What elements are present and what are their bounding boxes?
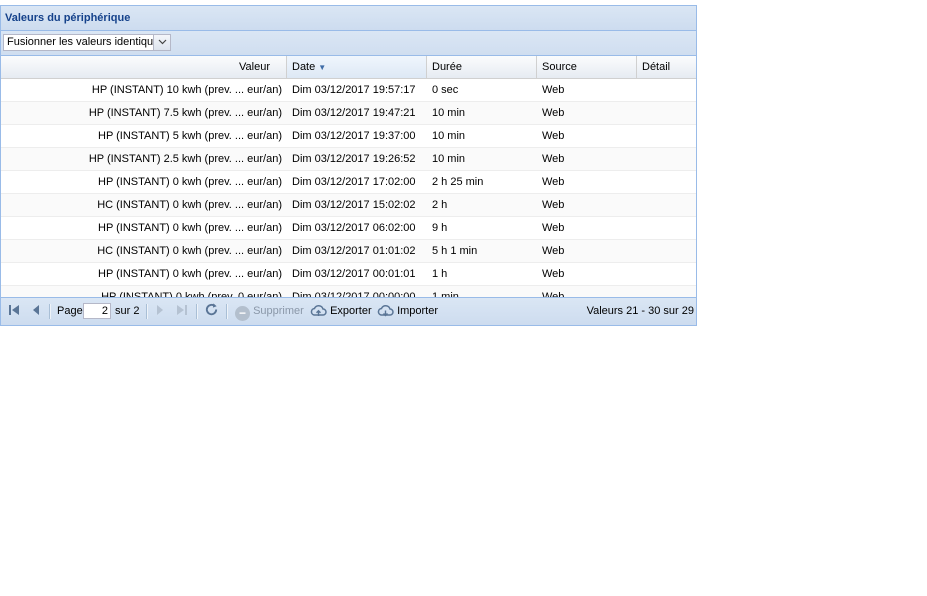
cell-source: Web — [542, 84, 565, 96]
cell-valeur: HP (INSTANT) 5 kwh (prev. ... eur/an) — [98, 130, 282, 142]
panel-title: Valeurs du périphérique — [1, 6, 696, 31]
cell-detail — [637, 194, 697, 216]
cell-valeur: HP (INSTANT) 0 kwh (prev. ... eur/an) — [98, 176, 282, 188]
device-values-panel: Valeurs du périphérique Fusionner les va… — [0, 5, 697, 326]
cell-date: Dim 03/12/2017 06:02:00 — [292, 222, 416, 234]
cell-duree: 1 h — [432, 268, 448, 280]
toolbar: Fusionner les valeurs identiques — [1, 31, 696, 56]
merge-values-combo-value[interactable]: Fusionner les valeurs identiques — [7, 35, 155, 50]
cell-date: Dim 03/12/2017 17:02:00 — [292, 176, 416, 188]
column-header-source-label: Source — [542, 61, 577, 73]
delete-button[interactable]: − Supprimer — [235, 298, 304, 325]
column-header-date[interactable]: Date ▼ — [287, 56, 427, 78]
page-count-label: sur 2 — [115, 305, 140, 317]
cell-date: Dim 03/12/2017 00:01:01 — [292, 268, 416, 280]
cell-detail — [637, 240, 697, 262]
column-header-detail-label: Détail — [642, 61, 671, 73]
refresh-icon[interactable] — [204, 298, 219, 325]
export-button-label: Exporter — [330, 305, 372, 317]
cell-date: Dim 03/12/2017 19:57:17 — [292, 84, 416, 96]
cell-detail — [637, 148, 697, 170]
cell-duree: 10 min — [432, 153, 466, 165]
cell-source: Web — [542, 222, 565, 234]
cell-detail — [637, 102, 697, 124]
cell-duree: 5 h 1 min — [432, 245, 478, 257]
table-row[interactable]: HP (INSTANT) 5 kwh (prev. ... eur/an) Di… — [1, 125, 696, 148]
cell-detail — [637, 171, 697, 193]
cell-valeur: HP (INSTANT) 0 kwh (prev. ... eur/an) — [98, 222, 282, 234]
chevron-down-icon[interactable] — [153, 35, 170, 50]
column-header-duree[interactable]: Durée — [427, 56, 537, 78]
toolbar-separator — [146, 304, 148, 319]
cell-date: Dim 03/12/2017 19:47:21 — [292, 107, 416, 119]
column-header-valeur-label: Valeur — [239, 61, 270, 73]
cell-source: Web — [542, 268, 565, 280]
first-page-icon[interactable] — [8, 298, 20, 325]
cell-valeur: HP (INSTANT) 0 kwh (prev. ... eur/an) — [98, 268, 282, 280]
cell-date: Dim 03/12/2017 01:01:02 — [292, 245, 416, 257]
column-header-detail[interactable]: Détail — [637, 56, 696, 78]
cell-date: Dim 03/12/2017 19:37:00 — [292, 130, 416, 142]
cell-duree: 10 min — [432, 130, 466, 142]
cell-detail — [637, 217, 697, 239]
cell-source: Web — [542, 245, 565, 257]
cell-duree: 2 h — [432, 199, 448, 211]
column-header-date-label: Date — [292, 61, 316, 73]
minus-circle-icon: − — [235, 306, 250, 321]
sort-desc-icon: ▼ — [318, 63, 327, 72]
cloud-download-icon — [377, 304, 394, 317]
table-row[interactable]: HP (INSTANT) 2.5 kwh (prev. ... eur/an) … — [1, 148, 696, 171]
table-row[interactable]: HP (INSTANT) 10 kwh (prev. ... eur/an) D… — [1, 79, 696, 102]
cell-date: Dim 03/12/2017 19:26:52 — [292, 153, 416, 165]
paging-summary: Valeurs 21 - 30 sur 29 — [586, 305, 694, 317]
import-button[interactable]: Importer — [377, 298, 438, 325]
cell-duree: 9 h — [432, 222, 448, 234]
table-row[interactable]: HP (INSTANT) 0 kwh (prev. ... eur/an) Di… — [1, 171, 696, 194]
cell-valeur: HP (INSTANT) 2.5 kwh (prev. ... eur/an) — [88, 153, 282, 165]
table-row[interactable]: HP (INSTANT) 0 kwh (prev. ... eur/an) Di… — [1, 263, 696, 286]
column-header-valeur[interactable]: Valeur — [1, 56, 287, 78]
page-number-input[interactable] — [83, 303, 111, 319]
cell-detail — [637, 79, 697, 101]
import-button-label: Importer — [397, 305, 439, 317]
cell-detail — [637, 263, 697, 285]
toolbar-separator — [49, 304, 51, 319]
cell-duree: 0 sec — [432, 84, 459, 96]
cell-source: Web — [542, 107, 565, 119]
cell-source: Web — [542, 199, 565, 211]
delete-button-label: Supprimer — [253, 305, 304, 317]
table-row[interactable]: HP (INSTANT) 0 kwh (prev. ... eur/an) Di… — [1, 217, 696, 240]
page-label: Page — [57, 305, 83, 317]
prev-page-icon[interactable] — [31, 298, 41, 325]
table-row[interactable]: HC (INSTANT) 0 kwh (prev. ... eur/an) Di… — [1, 240, 696, 263]
grid-body: HP (INSTANT) 10 kwh (prev. ... eur/an) D… — [1, 79, 696, 309]
cell-valeur: HP (INSTANT) 7.5 kwh (prev. ... eur/an) — [88, 107, 282, 119]
export-button[interactable]: Exporter — [310, 298, 372, 325]
cell-duree: 2 h 25 min — [432, 176, 484, 188]
toolbar-separator — [196, 304, 198, 319]
column-header-duree-label: Durée — [432, 61, 462, 73]
cell-source: Web — [542, 176, 565, 188]
paging-toolbar: Page sur 2 − Supprimer Exporter Importer… — [1, 297, 696, 325]
cell-valeur: HC (INSTANT) 0 kwh (prev. ... eur/an) — [97, 199, 282, 211]
last-page-icon[interactable] — [176, 298, 188, 325]
cell-detail — [637, 125, 697, 147]
column-header-source[interactable]: Source — [537, 56, 637, 78]
cell-valeur: HP (INSTANT) 10 kwh (prev. ... eur/an) — [91, 84, 282, 96]
cloud-upload-icon — [310, 304, 327, 316]
cell-valeur: HC (INSTANT) 0 kwh (prev. ... eur/an) — [97, 245, 282, 257]
cell-date: Dim 03/12/2017 15:02:02 — [292, 199, 416, 211]
merge-values-combo[interactable]: Fusionner les valeurs identiques — [3, 34, 171, 51]
table-row[interactable]: HP (INSTANT) 7.5 kwh (prev. ... eur/an) … — [1, 102, 696, 125]
toolbar-separator — [226, 304, 228, 319]
cell-duree: 10 min — [432, 107, 466, 119]
cell-source: Web — [542, 130, 565, 142]
table-row[interactable]: HC (INSTANT) 0 kwh (prev. ... eur/an) Di… — [1, 194, 696, 217]
grid-header: Valeur Date ▼ Durée Source Détail — [1, 56, 696, 79]
cell-source: Web — [542, 153, 565, 165]
next-page-icon[interactable] — [155, 298, 165, 325]
